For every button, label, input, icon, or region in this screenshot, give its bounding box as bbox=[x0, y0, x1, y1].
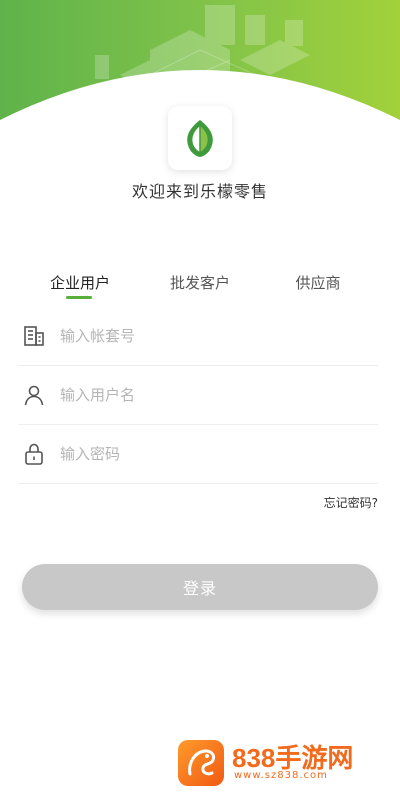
active-tab-indicator bbox=[66, 296, 92, 299]
tab-enterprise-user[interactable]: 企业用户 bbox=[20, 272, 140, 293]
leaf-logo-icon bbox=[187, 120, 213, 157]
password-input[interactable] bbox=[60, 440, 360, 468]
user-type-tabs: 企业用户 批发客户 供应商 bbox=[0, 272, 400, 306]
login-button[interactable]: 登录 bbox=[22, 564, 378, 610]
dragon-logo-icon bbox=[178, 740, 224, 786]
username-input[interactable] bbox=[60, 381, 360, 409]
user-icon bbox=[22, 383, 46, 407]
account-number-field bbox=[18, 308, 378, 366]
lock-icon bbox=[22, 442, 46, 466]
forgot-password-link[interactable]: 忘记密码? bbox=[324, 494, 378, 511]
username-field bbox=[18, 367, 378, 425]
password-field bbox=[18, 426, 378, 484]
building-icon bbox=[22, 324, 46, 348]
account-number-input[interactable] bbox=[60, 322, 360, 350]
welcome-title: 欢迎来到乐檬零售 bbox=[131, 182, 268, 201]
watermark-url: www.sz838.com bbox=[234, 770, 328, 781]
tab-supplier[interactable]: 供应商 bbox=[258, 272, 378, 293]
tab-wholesale-customer[interactable]: 批发客户 bbox=[140, 272, 260, 293]
site-watermark: 838手游网 www.sz838.com bbox=[178, 740, 378, 790]
app-logo bbox=[168, 106, 232, 170]
